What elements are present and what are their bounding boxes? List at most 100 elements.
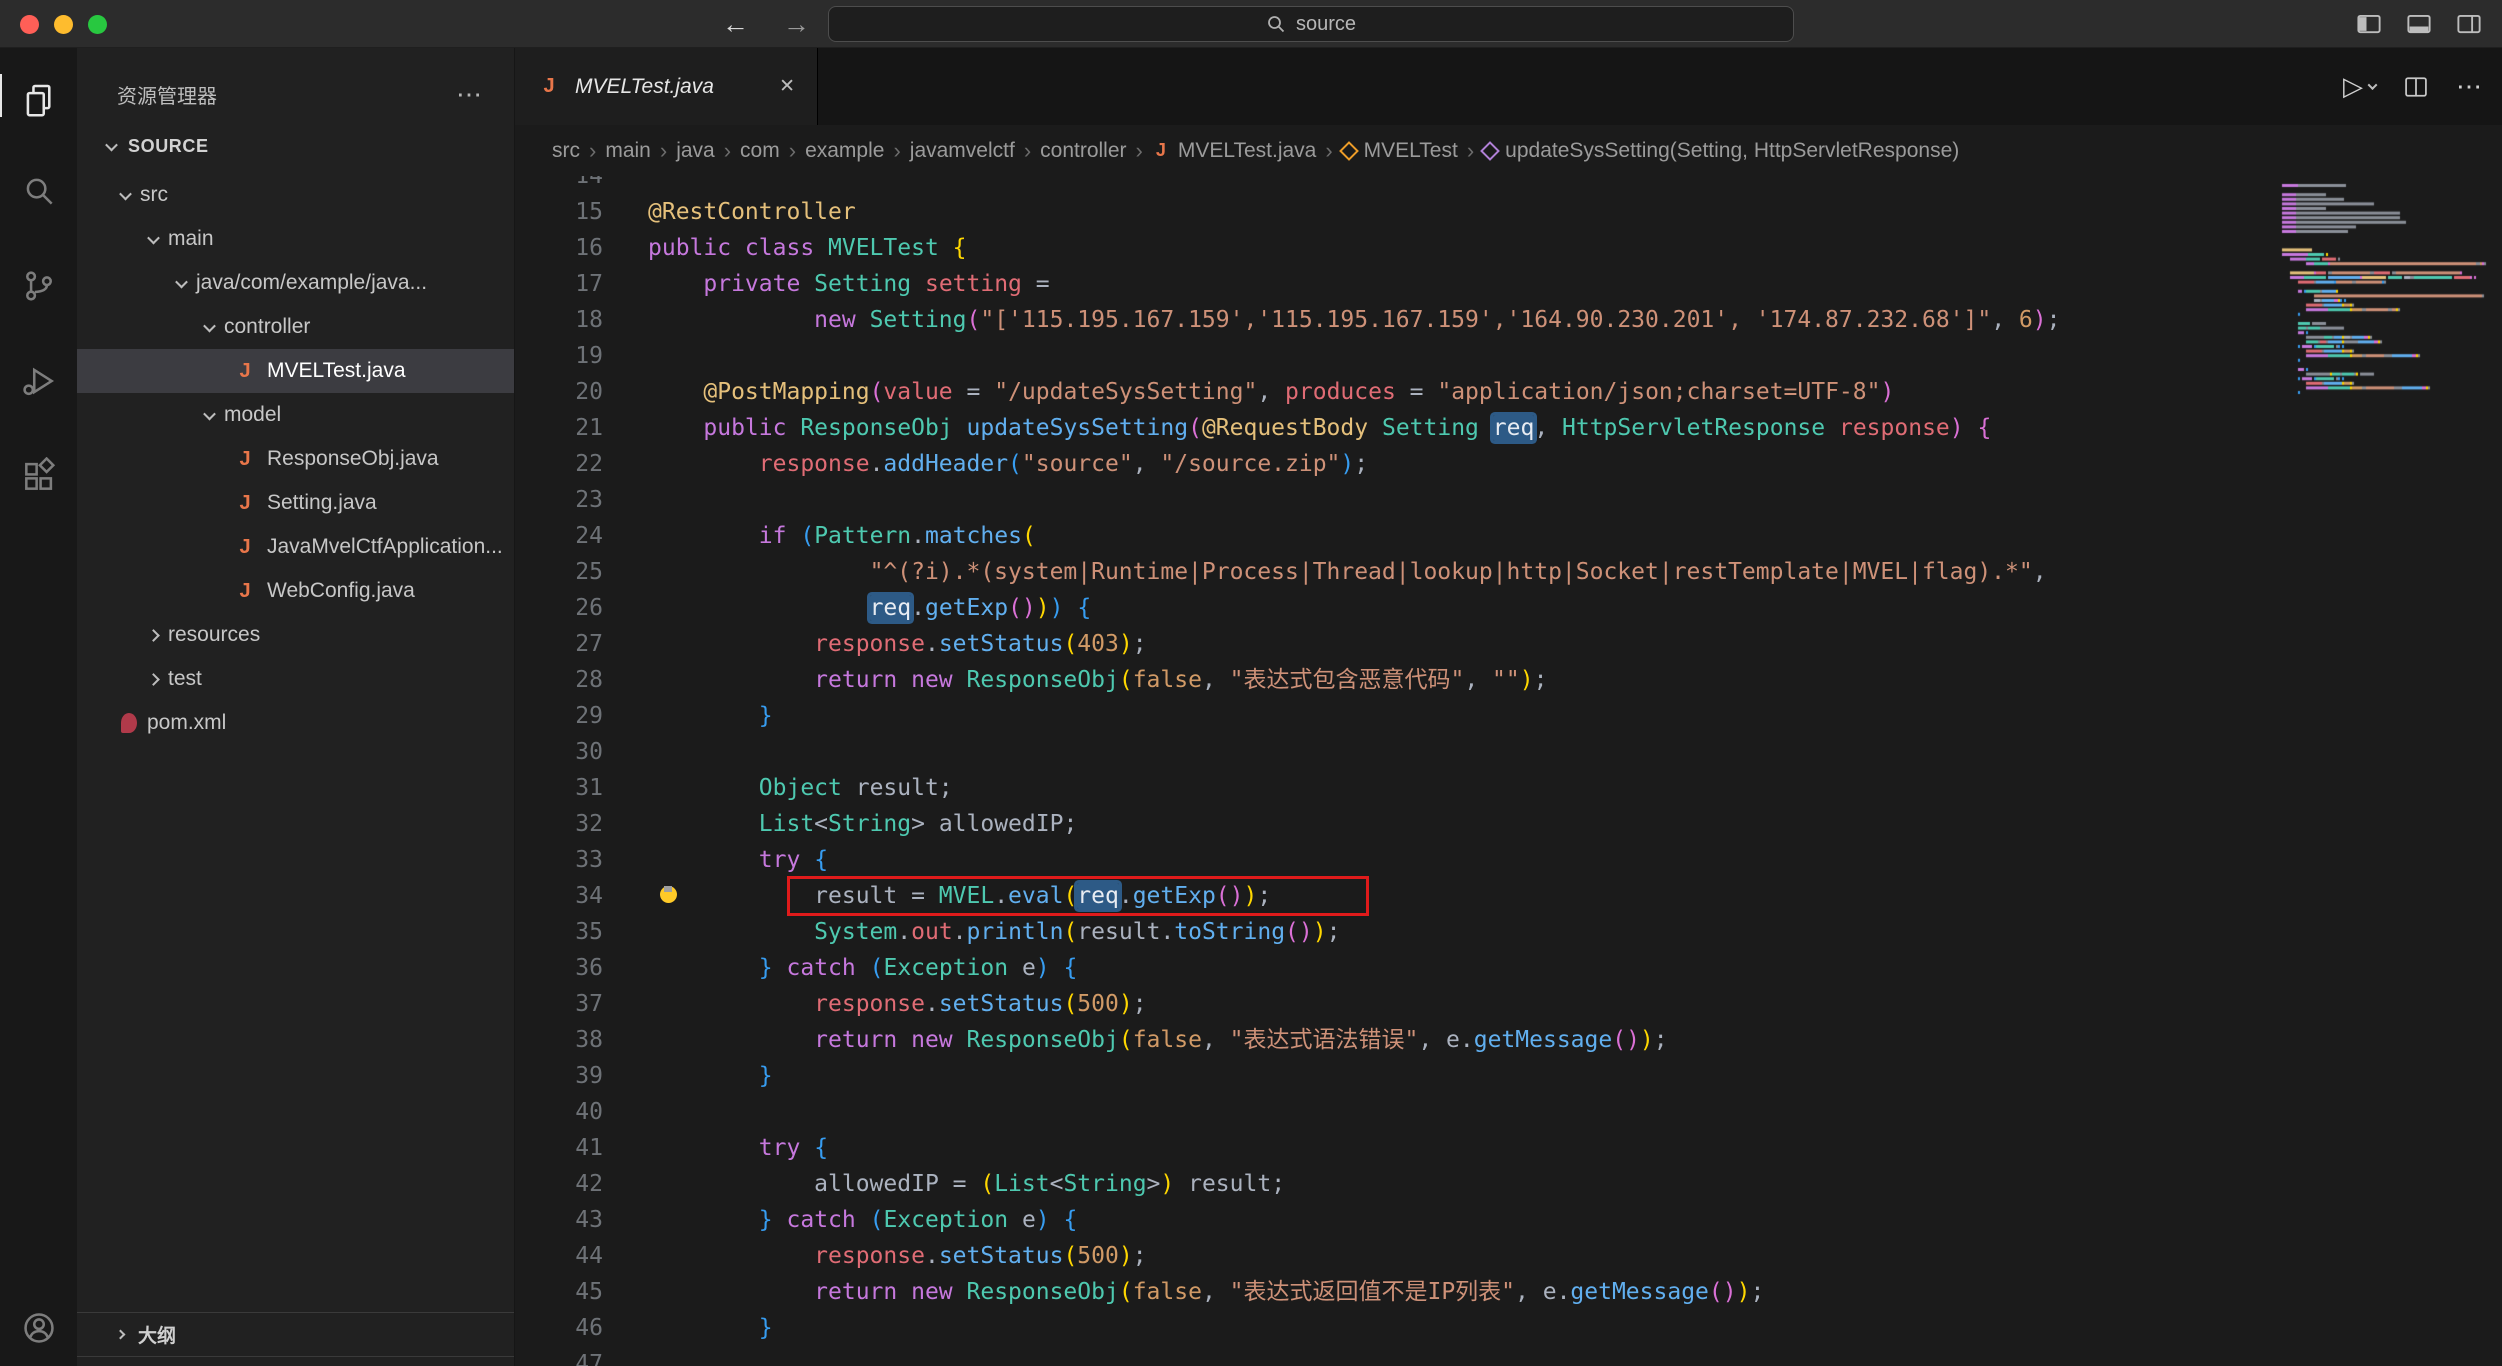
- code-line-25[interactable]: 25 "^(?i).*(system|Runtime|Process|Threa…: [515, 554, 2502, 590]
- code-line-41[interactable]: 41 try {: [515, 1130, 2502, 1166]
- code-line-24[interactable]: 24 if (Pattern.matches(: [515, 518, 2502, 554]
- line-number[interactable]: 30: [515, 734, 603, 770]
- code-line-36[interactable]: 36 } catch (Exception e) {: [515, 950, 2502, 986]
- extensions-icon[interactable]: [0, 428, 77, 523]
- line-number[interactable]: 20: [515, 374, 603, 410]
- navigate-back-icon[interactable]: ←: [722, 9, 749, 40]
- tree-item-main[interactable]: main: [77, 217, 514, 261]
- line-number[interactable]: 40: [515, 1094, 603, 1130]
- code-line-29[interactable]: 29 }: [515, 698, 2502, 734]
- breadcrumb-controller[interactable]: controller: [1040, 139, 1126, 163]
- tree-item-model[interactable]: model: [77, 393, 514, 437]
- outline-panel-header[interactable]: 大纲: [77, 1312, 515, 1356]
- breadcrumb-main[interactable]: main: [605, 139, 651, 163]
- code-line-44[interactable]: 44 response.setStatus(500);: [515, 1238, 2502, 1274]
- code-line-23[interactable]: 23: [515, 482, 2502, 518]
- line-number[interactable]: 15: [515, 194, 603, 230]
- code-line-18[interactable]: 18 new Setting("['115.195.167.159','115.…: [515, 302, 2502, 338]
- code-line-26[interactable]: 26 req.getExp())) {: [515, 590, 2502, 626]
- code-line-15[interactable]: 15@RestController: [515, 194, 2502, 230]
- account-icon[interactable]: [0, 1288, 77, 1358]
- tree-item-resources[interactable]: resources: [77, 613, 514, 657]
- minimap[interactable]: [2274, 176, 2502, 506]
- line-number[interactable]: 16: [515, 230, 603, 266]
- line-number[interactable]: 18: [515, 302, 603, 338]
- line-number[interactable]: 45: [515, 1274, 603, 1310]
- tree-item-src[interactable]: src: [77, 173, 514, 217]
- breadcrumb-mveltest[interactable]: MVELTest: [1342, 139, 1458, 163]
- breadcrumb-src[interactable]: src: [552, 139, 580, 163]
- breadcrumb-java[interactable]: java: [676, 139, 715, 163]
- line-number[interactable]: 34: [515, 878, 603, 914]
- tree-item-javamvelctfapplication[interactable]: JJavaMvelCtfApplication...: [77, 525, 514, 569]
- line-number[interactable]: 29: [515, 698, 603, 734]
- toggle-secondary-sidebar-icon[interactable]: [2454, 9, 2484, 39]
- code-line-16[interactable]: 16public class MVELTest {: [515, 230, 2502, 266]
- code-line-42[interactable]: 42 allowedIP = (List<String>) result;: [515, 1166, 2502, 1202]
- tree-item-test[interactable]: test: [77, 657, 514, 701]
- toggle-primary-sidebar-icon[interactable]: [2354, 9, 2384, 39]
- tree-item-setting-java[interactable]: JSetting.java: [77, 481, 514, 525]
- search-view-icon[interactable]: [0, 143, 77, 238]
- toggle-panel-icon[interactable]: [2404, 9, 2434, 39]
- line-number[interactable]: 27: [515, 626, 603, 662]
- line-number[interactable]: 24: [515, 518, 603, 554]
- line-number[interactable]: 32: [515, 806, 603, 842]
- line-number[interactable]: 42: [515, 1166, 603, 1202]
- code-line-21[interactable]: 21 public ResponseObj updateSysSetting(@…: [515, 410, 2502, 446]
- code-line-39[interactable]: 39 }: [515, 1058, 2502, 1094]
- tree-item-pom-xml[interactable]: pom.xml: [77, 701, 514, 745]
- line-number[interactable]: 23: [515, 482, 603, 518]
- tree-item-mveltest-java[interactable]: JMVELTest.java: [77, 349, 514, 393]
- code-line-37[interactable]: 37 response.setStatus(500);: [515, 986, 2502, 1022]
- code-line-38[interactable]: 38 return new ResponseObj(false, "表达式语法错…: [515, 1022, 2502, 1058]
- more-actions-icon[interactable]: ⋯: [456, 79, 484, 110]
- breadcrumb-com[interactable]: com: [740, 139, 780, 163]
- line-number[interactable]: 28: [515, 662, 603, 698]
- line-number[interactable]: 47: [515, 1346, 603, 1366]
- code-line-27[interactable]: 27 response.setStatus(403);: [515, 626, 2502, 662]
- line-number[interactable]: 17: [515, 266, 603, 302]
- code-line-17[interactable]: 17 private Setting setting =: [515, 266, 2502, 302]
- breadcrumb-updatesyssetting-setting-httpservletresponse[interactable]: updateSysSetting(Setting, HttpServletRes…: [1483, 139, 1959, 163]
- lightbulb-icon[interactable]: [657, 885, 679, 911]
- tree-item-java-com-example-java[interactable]: java/com/example/java...: [77, 261, 514, 305]
- explorer-icon[interactable]: [0, 48, 77, 143]
- breadcrumb-javamvelctf[interactable]: javamvelctf: [910, 139, 1015, 163]
- breadcrumb-mveltest-java[interactable]: JMVELTest.java: [1152, 139, 1317, 163]
- code-line-14[interactable]: 14: [515, 176, 2502, 194]
- line-number[interactable]: 37: [515, 986, 603, 1022]
- run-java-button[interactable]: ▷: [2343, 71, 2376, 102]
- code-line-30[interactable]: 30: [515, 734, 2502, 770]
- line-number[interactable]: 33: [515, 842, 603, 878]
- line-number[interactable]: 35: [515, 914, 603, 950]
- line-number[interactable]: 26: [515, 590, 603, 626]
- line-number[interactable]: 25: [515, 554, 603, 590]
- code-line-19[interactable]: 19: [515, 338, 2502, 374]
- code-line-40[interactable]: 40: [515, 1094, 2502, 1130]
- line-number[interactable]: 31: [515, 770, 603, 806]
- code-line-35[interactable]: 35 System.out.println(result.toString())…: [515, 914, 2502, 950]
- code-line-33[interactable]: 33 try {: [515, 842, 2502, 878]
- command-center-search[interactable]: source: [828, 6, 1794, 42]
- breadcrumb-example[interactable]: example: [805, 139, 884, 163]
- code-editor[interactable]: 1415@RestController16public class MVELTe…: [515, 176, 2502, 1366]
- code-line-47[interactable]: 47: [515, 1346, 2502, 1366]
- line-number[interactable]: 44: [515, 1238, 603, 1274]
- line-number[interactable]: 14: [515, 176, 603, 194]
- navigate-forward-icon[interactable]: →: [783, 9, 810, 40]
- editor-more-actions-icon[interactable]: ⋯: [2456, 71, 2484, 102]
- line-number[interactable]: 19: [515, 338, 603, 374]
- section-header-source[interactable]: SOURCE: [77, 124, 514, 168]
- code-line-20[interactable]: 20 @PostMapping(value = "/updateSysSetti…: [515, 374, 2502, 410]
- tree-item-responseobj-java[interactable]: JResponseObj.java: [77, 437, 514, 481]
- line-number[interactable]: 21: [515, 410, 603, 446]
- tree-item-webconfig-java[interactable]: JWebConfig.java: [77, 569, 514, 613]
- minimize-window-button[interactable]: [54, 15, 73, 34]
- code-line-32[interactable]: 32 List<String> allowedIP;: [515, 806, 2502, 842]
- code-line-45[interactable]: 45 return new ResponseObj(false, "表达式返回值…: [515, 1274, 2502, 1310]
- line-number[interactable]: 43: [515, 1202, 603, 1238]
- tab-mveltest-java[interactable]: J MVELTest.java ✕: [515, 48, 818, 125]
- code-line-31[interactable]: 31 Object result;: [515, 770, 2502, 806]
- line-number[interactable]: 38: [515, 1022, 603, 1058]
